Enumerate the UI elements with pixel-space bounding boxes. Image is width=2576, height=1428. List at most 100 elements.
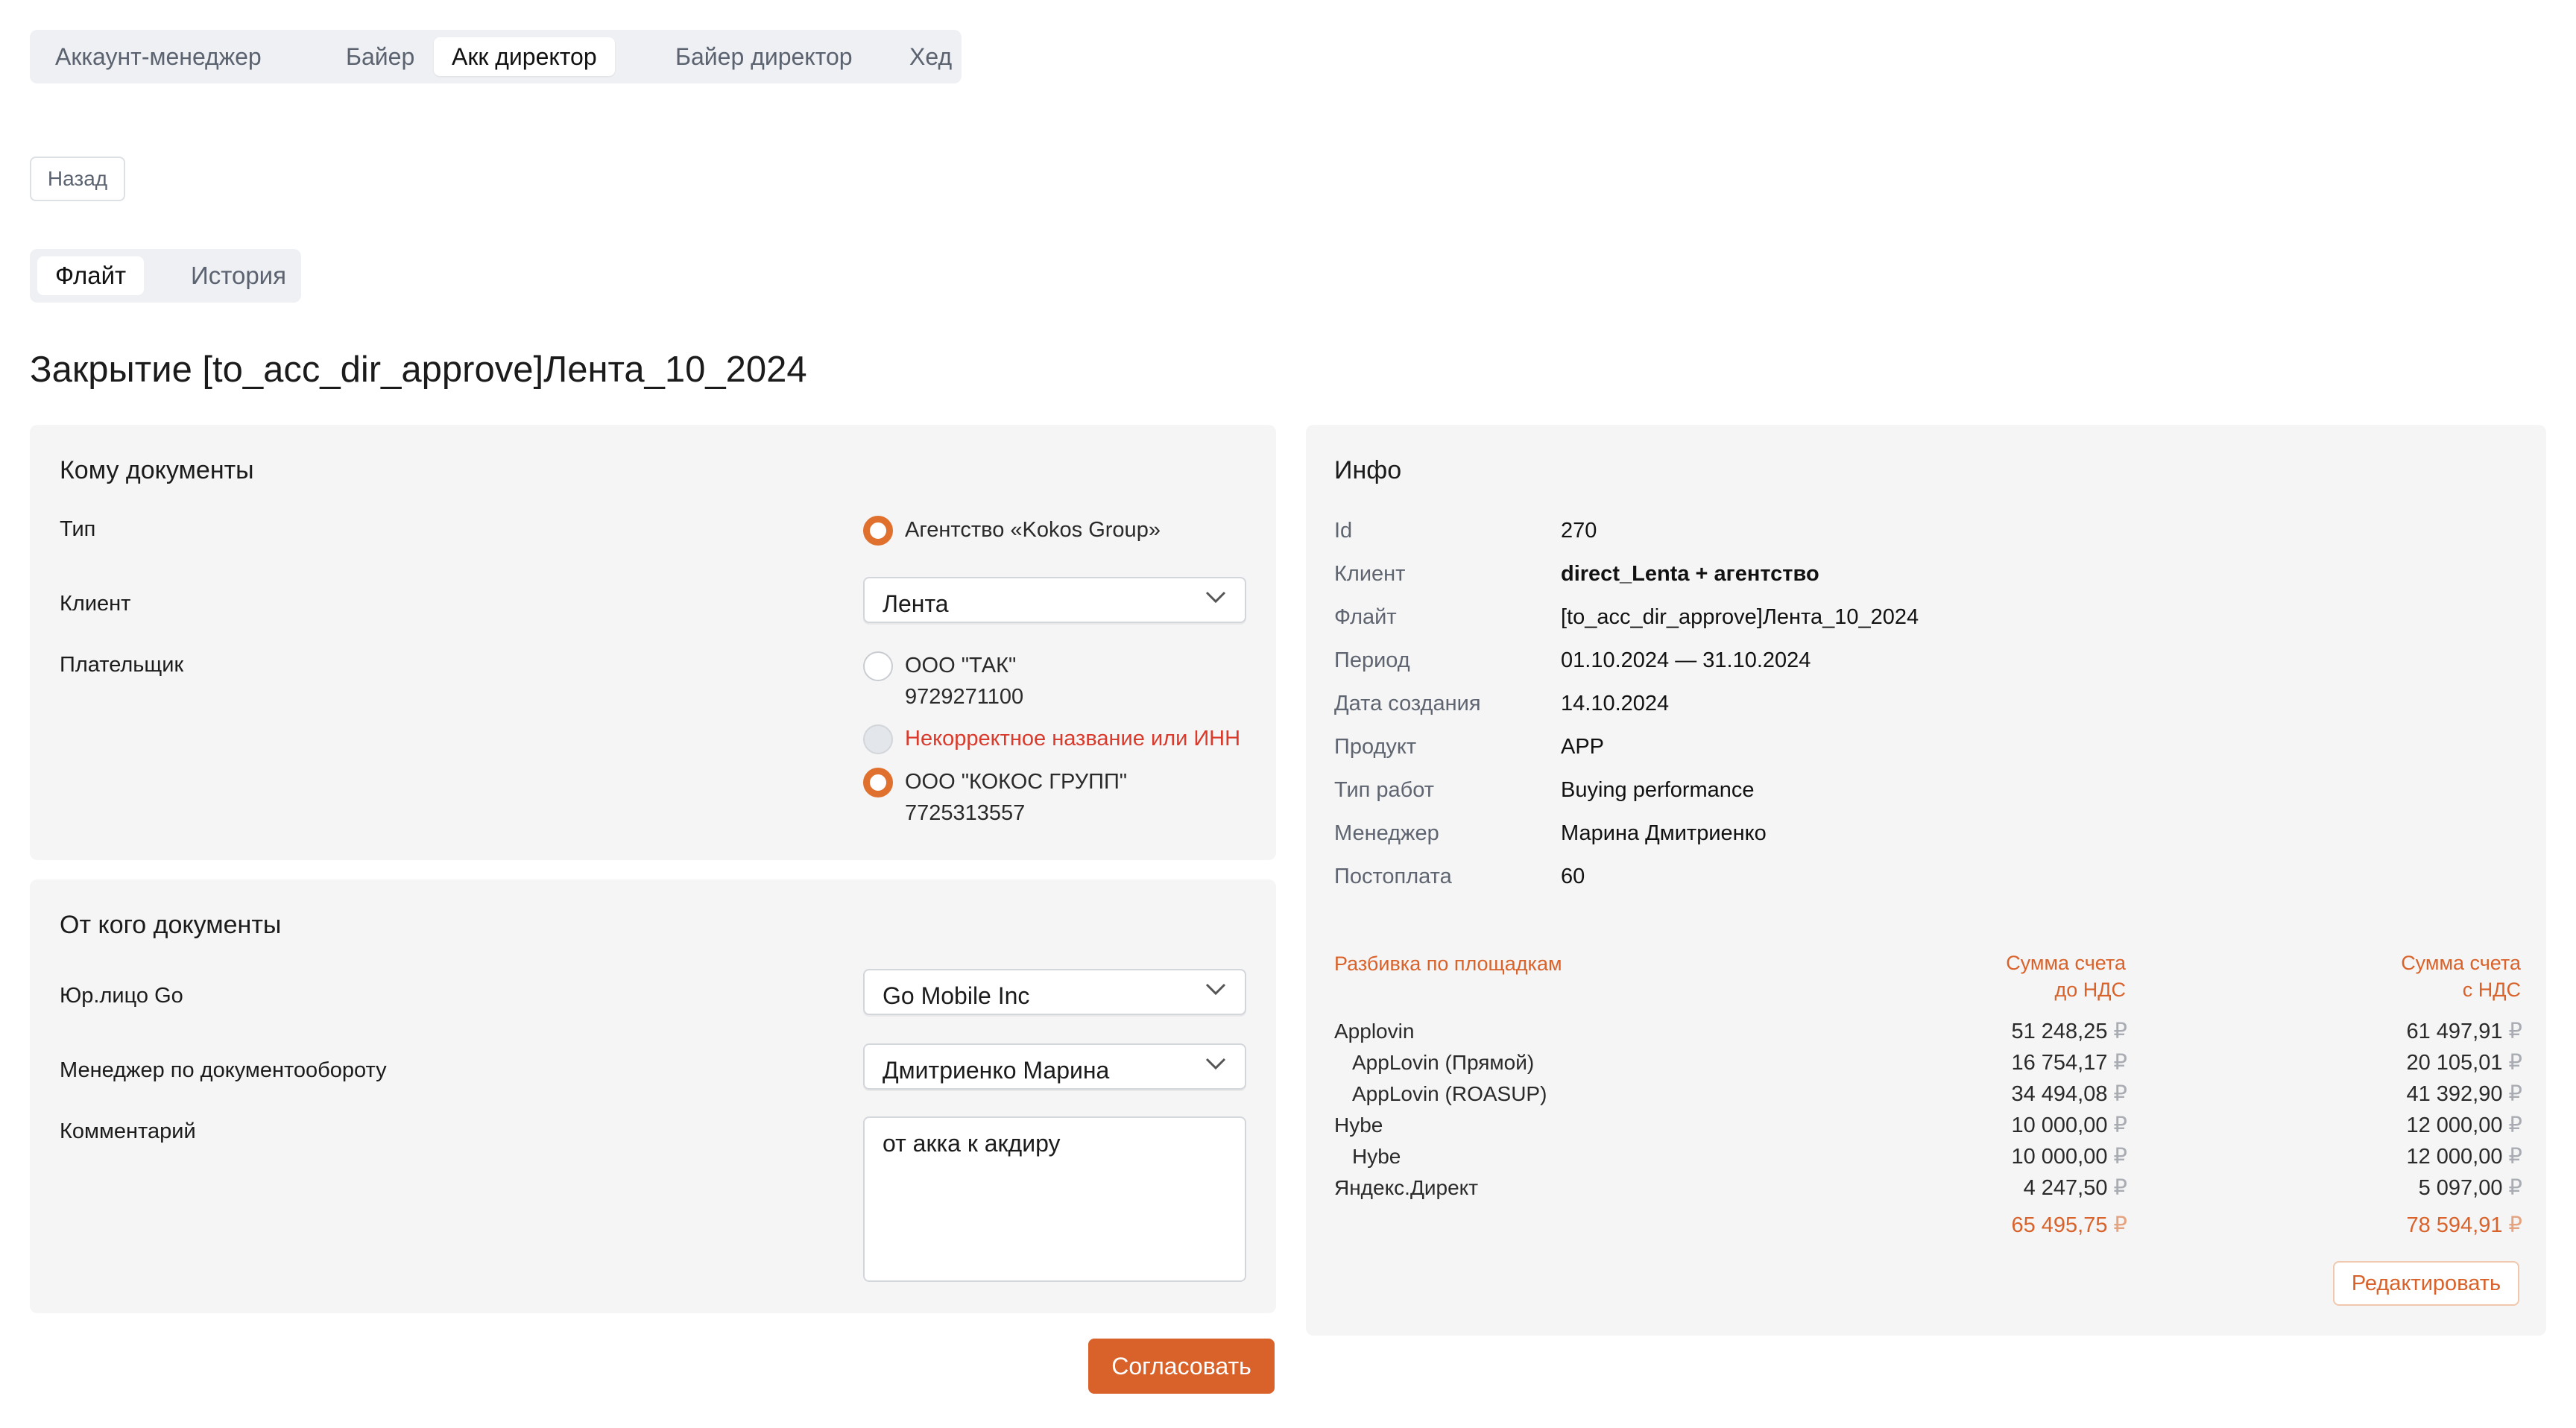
breakdown-net-value: 34 494,08 xyxy=(2011,1082,2108,1106)
breakdown-row-gross: 12 000,00 ₽ xyxy=(2406,1112,2522,1138)
breakdown-row-gross: 5 097,00 ₽ xyxy=(2419,1175,2522,1201)
currency-sign: ₽ xyxy=(2113,1051,2127,1075)
breakdown-row-name: Hybe xyxy=(1352,1145,1401,1168)
breakdown-row-net: 51 248,25 ₽ xyxy=(2011,1018,2127,1044)
info-title: Инфо xyxy=(1334,456,1402,484)
gross-sum-header: Сумма счета с НДС xyxy=(2372,950,2521,1003)
tab-account-manager[interactable]: Аккаунт-менеджер xyxy=(37,37,280,76)
breakdown-row-net: 34 494,08 ₽ xyxy=(2011,1081,2127,1107)
gross-sum-header-line1: Сумма счета xyxy=(2401,952,2521,974)
doc-manager-label: Менеджер по документообороту xyxy=(60,1058,387,1082)
payer-name: ООО "ТАК" xyxy=(905,654,1017,677)
tab-buyer[interactable]: Байер xyxy=(328,37,432,76)
from-docs-panel: От кого документы Юр.лицо Go Go Mobile I… xyxy=(30,879,1276,1313)
breakdown-header: Разбивка по площадкам xyxy=(1334,952,1562,975)
tab-account-director[interactable]: Акк директор xyxy=(434,37,615,76)
client-select[interactable]: Лента xyxy=(863,577,1246,623)
client-label: Клиент xyxy=(60,592,131,616)
approve-button[interactable]: Согласовать xyxy=(1088,1339,1275,1394)
breakdown-row-gross: 20 105,01 ₽ xyxy=(2406,1049,2522,1075)
tab-history[interactable]: История xyxy=(173,256,304,295)
legal-entity-value: Go Mobile Inc xyxy=(883,982,1030,1009)
payer-inn: 7725313557 xyxy=(905,801,1026,825)
info-value-work-type: Buying performance xyxy=(1561,778,1755,802)
currency-sign: ₽ xyxy=(2508,1113,2522,1137)
breakdown-row-name: Hybe xyxy=(1334,1113,1383,1137)
page-title: Закрытие [to_acc_dir_approve]Лента_10_20… xyxy=(30,350,807,390)
payer-inn: 9729271100 xyxy=(905,685,1024,709)
edit-button[interactable]: Редактировать xyxy=(2333,1261,2519,1306)
breakdown-row-net: 10 000,00 ₽ xyxy=(2011,1143,2127,1169)
currency-sign: ₽ xyxy=(2113,1213,2127,1237)
chevron-down-icon xyxy=(1205,983,1226,996)
to-docs-title: Кому документы xyxy=(60,456,254,484)
currency-sign: ₽ xyxy=(2113,1145,2127,1169)
currency-sign: ₽ xyxy=(2508,1176,2522,1200)
breakdown-row-net: 4 247,50 ₽ xyxy=(2024,1175,2127,1201)
payer-radio-kokos[interactable] xyxy=(863,768,893,797)
info-key-client: Клиент xyxy=(1334,562,1406,586)
breakdown-gross-value: 61 497,91 xyxy=(2406,1020,2503,1043)
breakdown-row-gross: 12 000,00 ₽ xyxy=(2406,1143,2522,1169)
breakdown-gross-value: 20 105,01 xyxy=(2406,1051,2503,1075)
info-key-product: Продукт xyxy=(1334,735,1417,759)
payer-name: ООО "КОКОС ГРУПП" xyxy=(905,770,1128,794)
info-value-client: direct_Lenta + агентство xyxy=(1561,562,1819,586)
info-value-id: 270 xyxy=(1561,519,1597,543)
legal-entity-select[interactable]: Go Mobile Inc xyxy=(863,969,1246,1015)
payer-label: Плательщик xyxy=(60,653,184,677)
info-key-period: Период xyxy=(1334,648,1410,672)
currency-sign: ₽ xyxy=(2113,1082,2127,1106)
currency-sign: ₽ xyxy=(2508,1020,2522,1043)
breakdown-net-value: 10 000,00 xyxy=(2011,1145,2108,1169)
doc-manager-select[interactable]: Дмитриенко Марина xyxy=(863,1043,1246,1090)
info-panel: Инфо Id 270 Клиент direct_Lenta + агентс… xyxy=(1306,425,2546,1336)
currency-sign: ₽ xyxy=(2508,1051,2522,1075)
legal-entity-label: Юр.лицо Go xyxy=(60,984,183,1008)
total-net-value: 65 495,75 xyxy=(2011,1213,2108,1237)
type-option-label: Агентство «Kokos Group» xyxy=(905,518,1161,542)
net-sum-header: Сумма счета до НДС xyxy=(1977,950,2126,1003)
info-value-product: APP xyxy=(1561,735,1605,759)
breakdown-row-name: AppLovin (Прямой) xyxy=(1352,1051,1535,1074)
breakdown-row-gross: 41 392,90 ₽ xyxy=(2406,1081,2522,1107)
tab-head[interactable]: Хед xyxy=(891,37,970,76)
currency-sign: ₽ xyxy=(2113,1176,2127,1200)
tab-flight[interactable]: Флайт xyxy=(37,256,145,295)
payer-error-text: Некорректное название или ИНН xyxy=(905,727,1241,751)
sub-tabs: Флайт История xyxy=(30,249,301,303)
currency-sign: ₽ xyxy=(2113,1020,2127,1043)
from-docs-title: От кого документы xyxy=(60,911,282,939)
breakdown-row-name: Applovin xyxy=(1334,1020,1415,1043)
info-key-created: Дата создания xyxy=(1334,692,1481,715)
to-docs-panel: Кому документы Тип Агентство «Kokos Grou… xyxy=(30,425,1276,860)
comment-textarea[interactable]: от акка к акдиру xyxy=(863,1116,1246,1282)
breakdown-gross-value: 5 097,00 xyxy=(2418,1176,2503,1200)
breakdown-gross-value: 12 000,00 xyxy=(2406,1113,2503,1137)
total-gross-value: 78 594,91 xyxy=(2406,1213,2503,1237)
doc-manager-value: Дмитриенко Марина xyxy=(883,1057,1110,1084)
breakdown-row-net: 10 000,00 ₽ xyxy=(2011,1112,2127,1138)
breakdown-row-net: 16 754,17 ₽ xyxy=(2011,1049,2127,1075)
payer-radio-tak[interactable] xyxy=(863,651,893,681)
net-sum-header-line1: Сумма счета xyxy=(2006,952,2126,974)
back-button[interactable]: Назад xyxy=(30,157,125,201)
breakdown-net-value: 16 754,17 xyxy=(2011,1051,2108,1075)
currency-sign: ₽ xyxy=(2508,1145,2522,1169)
breakdown-row-name: Яндекс.Директ xyxy=(1334,1176,1479,1199)
breakdown-row-name: AppLovin (ROASUP) xyxy=(1352,1082,1547,1105)
type-radio-agency[interactable] xyxy=(863,516,893,546)
currency-sign: ₽ xyxy=(2113,1113,2127,1137)
breakdown-gross-value: 41 392,90 xyxy=(2406,1082,2503,1106)
currency-sign: ₽ xyxy=(2508,1082,2522,1106)
payer-radio-invalid xyxy=(863,724,893,754)
breakdown-net-value: 51 248,25 xyxy=(2011,1020,2108,1043)
info-value-period: 01.10.2024 — 31.10.2024 xyxy=(1561,648,1811,672)
info-value-postpay: 60 xyxy=(1561,865,1585,888)
info-key-flight: Флайт xyxy=(1334,605,1397,629)
info-value-flight: [to_acc_dir_approve]Лента_10_2024 xyxy=(1561,605,1919,629)
tab-buyer-director[interactable]: Байер директор xyxy=(657,37,871,76)
info-key-work-type: Тип работ xyxy=(1334,778,1435,802)
total-net: 65 495,75 ₽ xyxy=(2011,1212,2127,1238)
info-key-manager: Менеджер xyxy=(1334,821,1439,845)
